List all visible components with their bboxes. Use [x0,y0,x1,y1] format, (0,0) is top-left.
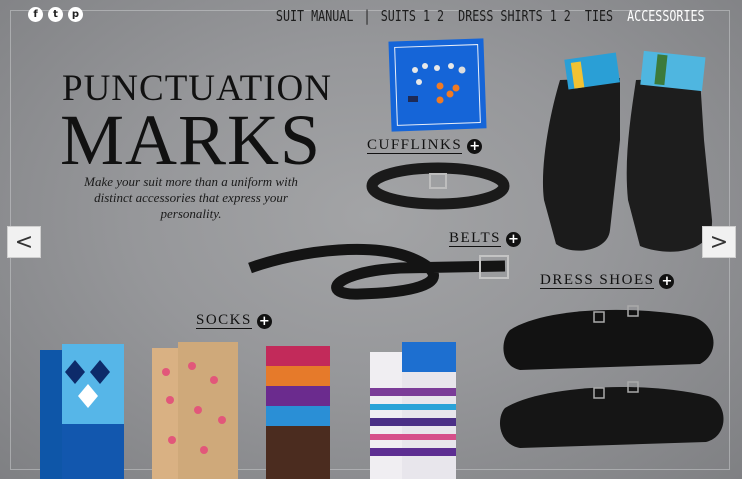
category-cufflinks[interactable]: CUFFLINKS + [367,137,483,154]
brogue-boots-image[interactable] [542,50,713,252]
belt-long-image[interactable] [248,243,509,300]
tagline: Make your suit more than a uniform with … [84,174,298,221]
argyle-socks-image[interactable] [40,344,124,479]
blue-stripe-socks-image[interactable] [370,342,456,479]
headline-line-2: MARKS [60,100,322,180]
nav-suit-manual[interactable]: SUIT MANUAL [269,7,361,25]
nav-dress-shirts[interactable]: DRESS SHIRTS 1 2 [452,7,579,25]
twitter-icon[interactable]: t [48,7,63,22]
facebook-icon[interactable]: f [28,7,43,22]
nav-accessories[interactable]: ACCESSORIES [620,7,712,25]
previous-arrow-button[interactable]: < [7,226,41,258]
nav-separator: | [363,7,371,25]
plus-icon[interactable]: + [256,313,272,329]
belt-small-image[interactable] [366,162,510,210]
category-cufflinks-label: CUFFLINKS [367,137,463,154]
category-socks[interactable]: SOCKS + [196,313,272,329]
next-arrow-button[interactable]: > [702,226,736,258]
top-navigation: SUIT MANUAL | SUITS 1 2 DRESS SHIRTS 1 2… [269,5,712,27]
pocket-square-image[interactable] [388,38,487,132]
category-socks-label: SOCKS [196,312,252,329]
plus-icon[interactable]: + [505,231,521,247]
pinterest-icon[interactable]: p [68,7,83,22]
category-belts-label: BELTS [449,230,501,247]
nav-ties[interactable]: TIES [578,7,620,25]
monk-strap-shoes-image[interactable] [499,305,724,448]
category-dress-shoes[interactable]: DRESS SHOES + [540,272,675,289]
social-links: f t p [28,7,83,22]
plus-icon[interactable]: + [467,138,483,154]
category-dress-shoes-label: DRESS SHOES [540,272,655,289]
polka-dot-socks-image[interactable] [152,342,238,479]
plus-icon[interactable]: + [659,273,675,289]
striped-socks-image[interactable] [266,346,330,479]
category-belts[interactable]: BELTS + [449,231,521,247]
nav-suits[interactable]: SUITS 1 2 [374,7,451,25]
